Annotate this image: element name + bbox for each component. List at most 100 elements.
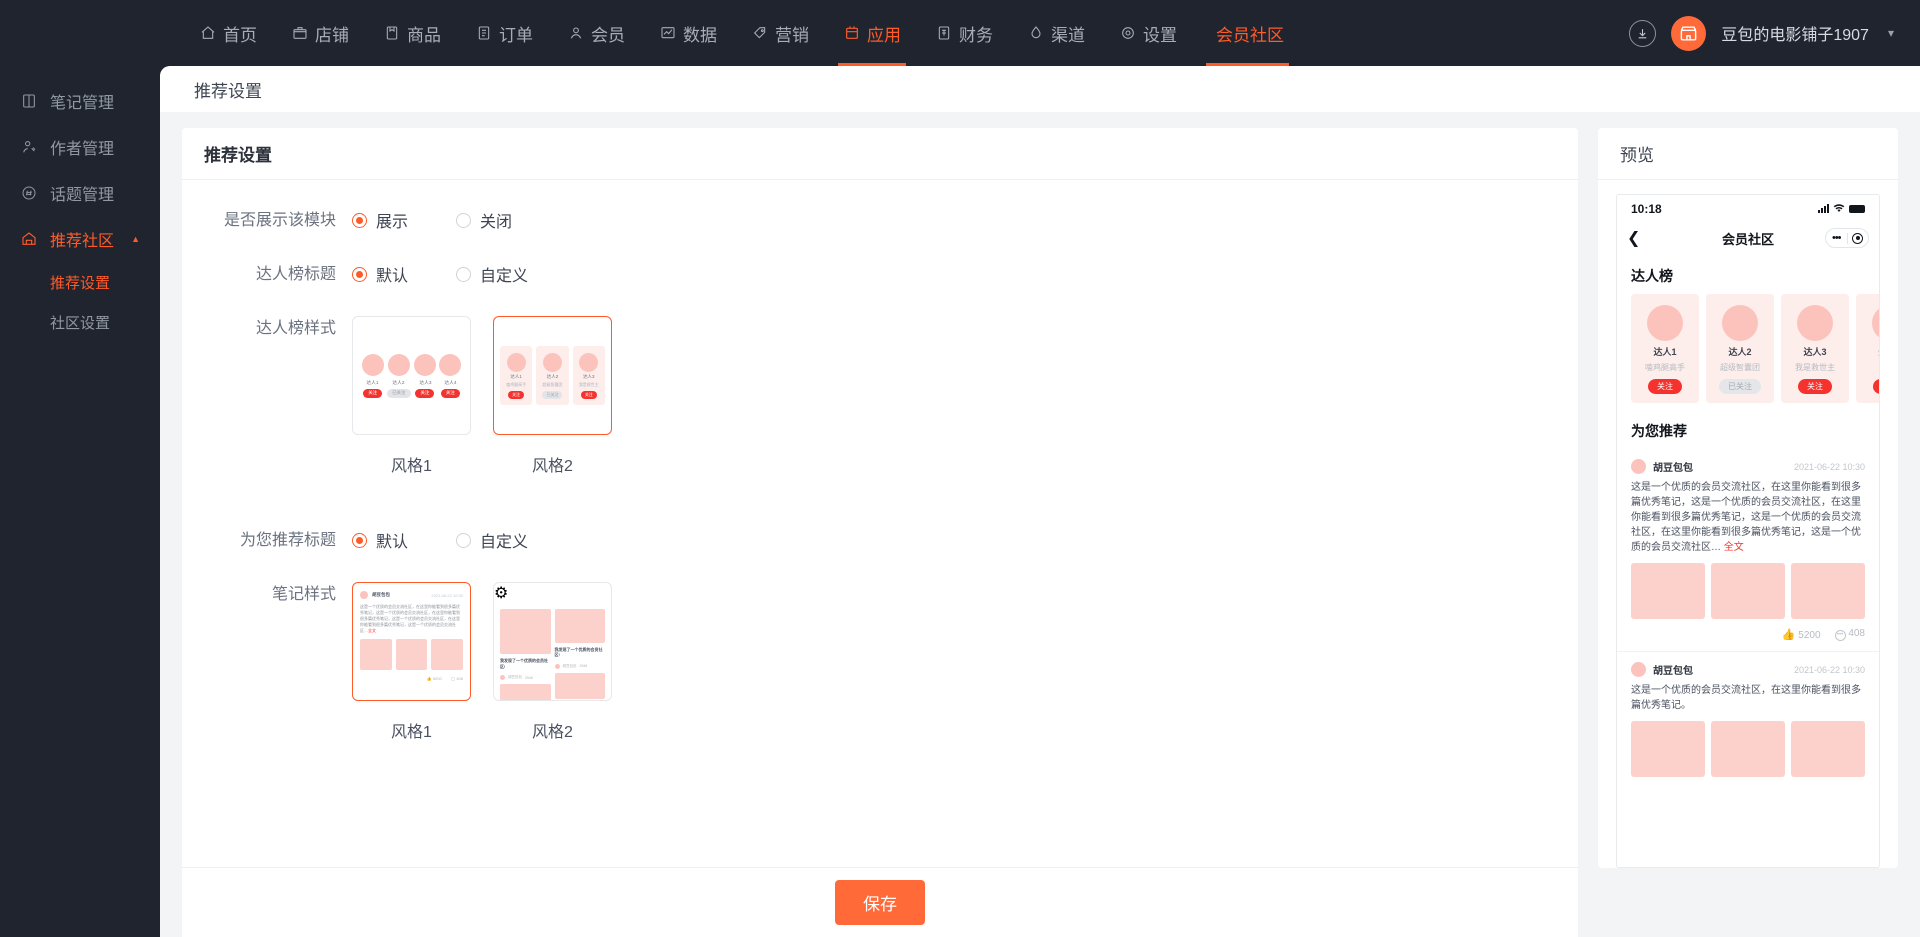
note-image[interactable] <box>1631 563 1705 619</box>
thumbs-up-icon: 👍 <box>1781 629 1796 641</box>
note-item[interactable]: 胡豆包包 2021-06-22 10:30 这是一个优质的会员交流社区，在这里你… <box>1617 652 1879 777</box>
sidebar-subitem-label: 社区设置 <box>50 314 111 332</box>
nav-label: 设置 <box>1143 25 1177 45</box>
note-image[interactable] <box>1711 563 1785 619</box>
daren-card[interactable]: 达人1 嗑鸡腿高手 关注 <box>1631 294 1699 403</box>
daren-style-option-2[interactable]: 达人1 嗑鸡腿高手 关注 达人2 超级智囊团 已关注 达人3 我是救世主 关注 … <box>493 316 612 476</box>
note-images[interactable] <box>1631 563 1865 619</box>
note-image[interactable] <box>1631 721 1705 777</box>
chevron-up-icon[interactable]: ▲ <box>131 234 140 244</box>
style-caption: 风格2 <box>532 458 573 475</box>
note-item[interactable]: 胡豆包包 2021-06-22 10:30 这是一个优质的会员交流社区，在这里你… <box>1617 449 1879 651</box>
nav-item-member[interactable]: 会员 <box>550 0 642 66</box>
sidebar-item-recommend-community[interactable]: 推荐社区 ▲ <box>0 216 160 262</box>
note-style-thumb-2: ⚙ 我发现了一个优质的会员社区! 胡豆包包 2546 我发现了一个优质的会员社区… <box>493 582 612 701</box>
follow-button: 关注 <box>440 388 460 398</box>
note-header: 胡豆包包 2021-06-22 10:30 <box>1631 449 1865 480</box>
radio-default[interactable]: 默认 <box>352 262 408 286</box>
nav-item-member-community[interactable]: 会员社区 <box>1194 0 1301 66</box>
note-image[interactable] <box>1791 563 1865 619</box>
sidebar-item-note-management[interactable]: 笔记管理 <box>0 78 160 124</box>
note-date: 2021-06-22 10:30 <box>1793 664 1865 675</box>
radio-show[interactable]: 展示 <box>352 208 408 232</box>
nav-item-settings[interactable]: 设置 <box>1102 0 1194 66</box>
note-more-link[interactable]: 全文 <box>1724 542 1744 553</box>
phone-body: 达人榜 达人1 嗑鸡腿高手 关注 达人2 超级智囊团 已关注 达人3 我是救世主… <box>1617 254 1879 867</box>
follow-button[interactable]: 已关注 <box>1719 379 1761 394</box>
follow-button[interactable]: 关注 <box>1798 379 1832 394</box>
note-date: 2021-06-22 10:30 <box>1793 461 1865 472</box>
daren-style-option-1[interactable]: 达人1 关注 达人2 已关注 达人3 关注 达人4 关注 风格1 <box>352 316 471 476</box>
note-image[interactable] <box>1711 721 1785 777</box>
shop-avatar[interactable] <box>1671 15 1707 51</box>
avatar <box>1631 662 1646 677</box>
nav-item-app[interactable]: 应用 <box>826 0 918 66</box>
sidebar-item-author-management[interactable]: 作者管理 <box>0 124 160 170</box>
thumb-name: 达人2 <box>546 374 559 379</box>
radio-custom[interactable]: 自定义 <box>456 528 528 552</box>
page-title: 推荐设置 <box>160 66 1920 112</box>
note-header: 胡豆包包 2021-06-22 10:30 <box>1631 652 1865 683</box>
thumb-meta: 胡豆包包 2546 <box>554 663 606 669</box>
note-image[interactable] <box>1791 721 1865 777</box>
thumb-meta: 胡豆包包 2546 <box>500 675 551 681</box>
body-wrapper: 笔记管理 作者管理 话题管理 推荐社区 ▲ 推荐设置 社区设置 推荐设置 推荐设… <box>0 66 1920 937</box>
avatar <box>361 353 384 376</box>
thumb-sub: 超级智囊团 <box>542 382 563 387</box>
download-icon[interactable] <box>1629 19 1657 47</box>
radio-dot-icon <box>456 212 472 228</box>
note-text: 这是一个优质的会员交流社区，在这里你能看到很多篇优秀笔记。 <box>1631 685 1861 711</box>
follow-button[interactable]: 关注 <box>1873 379 1879 394</box>
save-button[interactable]: 保存 <box>835 880 925 925</box>
daren-card[interactable]: 达人2 超级智囊团 已关注 <box>1706 294 1774 403</box>
daren-card[interactable]: 达人4 简介 关注 <box>1856 294 1879 403</box>
thumb-name: 达人4 <box>444 379 457 386</box>
nav-item-goods[interactable]: 商品 <box>366 0 458 66</box>
daren-card-list[interactable]: 达人1 嗑鸡腿高手 关注 达人2 超级智囊团 已关注 达人3 我是救世主 关注 <box>1617 294 1879 403</box>
follow-button: 已关注 <box>387 388 411 398</box>
avatar <box>387 353 410 376</box>
note-images[interactable] <box>1631 721 1865 777</box>
daren-card[interactable]: 达人3 我是救世主 关注 <box>1781 294 1849 403</box>
radio-close[interactable]: 关闭 <box>456 208 512 232</box>
nav-item-finance[interactable]: 财务 <box>918 0 1010 66</box>
follow-button[interactable]: 关注 <box>1648 379 1682 394</box>
avatar <box>360 591 368 599</box>
top-nav-items: 首页 店铺 商品 订单 会员 数据 营销 应用 财务 渠道 设置 会员社区 <box>182 0 1301 66</box>
style-caption: 风格1 <box>391 724 432 741</box>
nav-item-marketing[interactable]: 营销 <box>734 0 826 66</box>
form-row-show-module: 是否展示该模块 展示 关闭 <box>182 208 1578 232</box>
nav-item-data[interactable]: 数据 <box>642 0 734 66</box>
radio-default[interactable]: 默认 <box>352 528 408 552</box>
thumb-name: 达人3 <box>583 374 595 379</box>
nav-item-home[interactable]: 首页 <box>182 0 274 66</box>
form-row-daren-style: 达人榜样式 达人1 关注 达人2 已关注 达人3 关注 达人4 关注 风格1 达… <box>182 316 1578 476</box>
radio-label: 默认 <box>376 534 409 551</box>
nav-item-order[interactable]: 订单 <box>458 0 550 66</box>
note-style-option-2[interactable]: ⚙ 我发现了一个优质的会员社区! 胡豆包包 2546 我发现了一个优质的会员社区… <box>493 582 612 742</box>
daren-style-thumb-1: 达人1 关注 达人2 已关注 达人3 关注 达人4 关注 <box>352 316 471 435</box>
thumb-image <box>395 639 428 670</box>
like-counter[interactable]: 👍 5200 <box>1782 628 1821 641</box>
thumb-author: 胡豆包包 <box>372 592 390 597</box>
form-label: 达人榜样式 <box>255 320 336 337</box>
nav-item-channel[interactable]: 渠道 <box>1010 0 1102 66</box>
note-style-choices: 胡豆包包 2021-06-22 10:30 这是一个优质的会员交流社区，在这里你… <box>352 582 612 742</box>
chevron-down-icon[interactable]: ▾ <box>1888 26 1894 40</box>
wechat-capsule[interactable]: ••• <box>1825 228 1869 248</box>
close-capsule-icon[interactable] <box>1848 232 1869 244</box>
sidebar-subitem-recommend-settings[interactable]: 推荐设置 <box>0 262 160 302</box>
avatar <box>1722 305 1758 341</box>
sidebar-subitem-community-settings[interactable]: 社区设置 <box>0 302 160 342</box>
note-style-option-1[interactable]: 胡豆包包 2021-06-22 10:30 这是一个优质的会员交流社区，在这里你… <box>352 582 471 742</box>
sidebar-item-topic-management[interactable]: 话题管理 <box>0 170 160 216</box>
preview-title: 预览 <box>1598 128 1898 180</box>
nav-item-shop[interactable]: 店铺 <box>274 0 366 66</box>
more-icon[interactable]: ••• <box>1826 232 1847 244</box>
preview-panel: 预览 10:18 ❮ 会员社区 ••• 达人榜 达人1 嗑鸡腿高手 关注 达人2… <box>1598 128 1898 868</box>
note-author: 胡豆包包 <box>1653 666 1693 677</box>
daren-sub: 我是救世主 <box>1795 363 1835 372</box>
radio-custom[interactable]: 自定义 <box>456 262 528 286</box>
follow-button: 关注 <box>508 391 525 399</box>
comment-counter[interactable]: ••• 408 <box>1834 628 1865 641</box>
